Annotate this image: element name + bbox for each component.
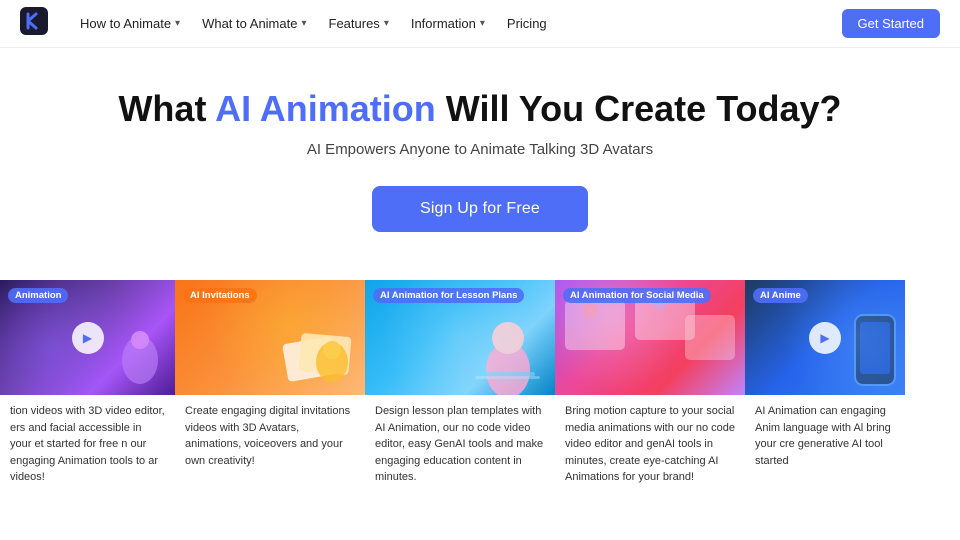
hero-title: What AI Animation Will You Create Today? xyxy=(20,88,940,129)
hero-subtitle: AI Empowers Anyone to Animate Talking 3D… xyxy=(20,141,940,158)
card-text-lesson-plans: Design lesson plan templates with AI Ani… xyxy=(365,395,555,494)
card-badge-invitations: AI Invitations xyxy=(183,288,257,303)
card-lesson-plans: AI Animation for Lesson Plans Design les… xyxy=(365,280,555,494)
hero-section: What AI Animation Will You Create Today?… xyxy=(0,48,960,260)
card-image-social-media: AI Animation for Social Media xyxy=(555,280,745,395)
logo[interactable] xyxy=(20,7,72,40)
card-badge-lesson-plans: AI Animation for Lesson Plans xyxy=(373,288,524,303)
signup-button[interactable]: Sign Up for Free xyxy=(372,186,588,232)
card-badge-ai-anime: AI Anime xyxy=(753,288,808,303)
get-started-button[interactable]: Get Started xyxy=(842,9,940,38)
chevron-down-icon: ▾ xyxy=(301,18,306,29)
play-button[interactable]: ▶ xyxy=(72,322,104,354)
chevron-down-icon: ▾ xyxy=(480,18,485,29)
card-text-invitations: Create engaging digital invitations vide… xyxy=(175,395,365,477)
card-social-media: AI Animation for Social Media Bring moti… xyxy=(555,280,745,494)
card-badge-animation: Animation xyxy=(8,288,68,303)
card-image-lesson-plans: AI Animation for Lesson Plans xyxy=(365,280,555,395)
card-invitations: AI Invitations Create engaging digital i… xyxy=(175,280,365,494)
nav-links: How to Animate ▾ What to Animate ▾ Featu… xyxy=(72,12,842,35)
card-animation: Animation ▶ tion videos with 3D video ed… xyxy=(0,280,175,494)
nav-item-how-to-animate[interactable]: How to Animate ▾ xyxy=(72,12,188,35)
nav-item-information[interactable]: Information ▾ xyxy=(403,12,493,35)
nav-item-what-to-animate[interactable]: What to Animate ▾ xyxy=(194,12,314,35)
cards-section: Animation ▶ tion videos with 3D video ed… xyxy=(0,280,960,494)
play-button-anime[interactable]: ▶ xyxy=(809,322,841,354)
chevron-down-icon: ▾ xyxy=(384,18,389,29)
navbar: How to Animate ▾ What to Animate ▾ Featu… xyxy=(0,0,960,48)
card-badge-social-media: AI Animation for Social Media xyxy=(563,288,711,303)
card-text-social-media: Bring motion capture to your social medi… xyxy=(555,395,745,494)
card-image-ai-anime: AI Anime ▶ xyxy=(745,280,905,395)
card-text-animation: tion videos with 3D video editor, ers an… xyxy=(0,395,175,494)
nav-item-features[interactable]: Features ▾ xyxy=(321,12,397,35)
card-image-invitations: AI Invitations xyxy=(175,280,365,395)
card-text-ai-anime: AI Animation can engaging Anim language … xyxy=(745,395,905,477)
card-ai-anime: AI Anime ▶ AI Animation can engaging Ani… xyxy=(745,280,905,494)
card-image-animation: Animation ▶ xyxy=(0,280,175,395)
nav-item-pricing[interactable]: Pricing xyxy=(499,12,555,35)
chevron-down-icon: ▾ xyxy=(175,18,180,29)
